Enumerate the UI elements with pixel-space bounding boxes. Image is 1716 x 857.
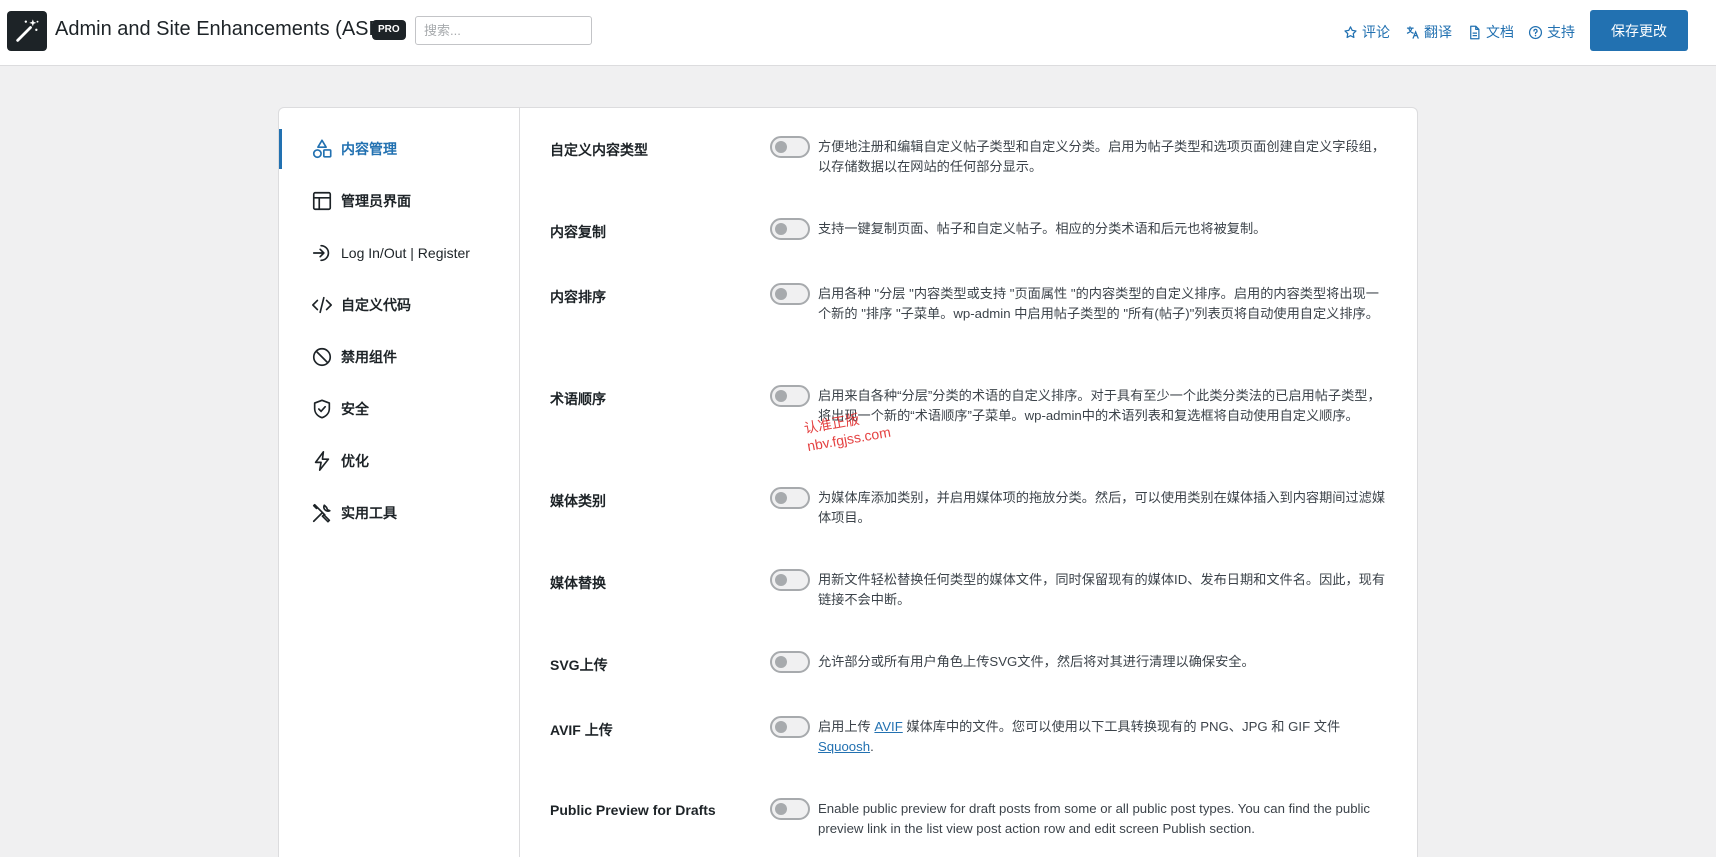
sidebar-item-disable-components[interactable]: 禁用组件	[279, 337, 519, 377]
sidebar-item-custom-code[interactable]: 自定义代码	[279, 285, 519, 325]
document-icon	[1470, 25, 1480, 39]
avif-desc-text: 媒体库中的文件。您可以使用以下工具转换现有的 PNG、JPG 和 GIF 文件	[902, 719, 1341, 734]
review-link[interactable]: 评论	[1343, 22, 1390, 42]
module-description: 启用来自各种“分层”分类的术语的自定义排序。对于具有至少一个此类分类法的已启用帖…	[818, 388, 1381, 423]
module-description: 启用上传 AVIF 媒体库中的文件。您可以使用以下工具转换现有的 PNG、JPG…	[818, 717, 1390, 756]
code-icon	[312, 296, 332, 314]
avif-desc-text: 启用上传	[818, 719, 875, 734]
module-description: 启用各种 "分层 "内容类型或支持 "页面属性 "的内容类型的自定义排序。启用的…	[818, 286, 1379, 321]
sidebar-item-label: 安全	[341, 401, 369, 417]
module-toggle[interactable]	[770, 385, 810, 407]
module-title: 内容复制	[550, 224, 606, 240]
module-description: 方便地注册和编辑自定义帖子类型和自定义分类。启用为帖子类型和选项页面创建自定义字…	[818, 139, 1386, 174]
support-link-label: 支持	[1547, 24, 1575, 40]
support-link[interactable]: 支持	[1528, 22, 1575, 42]
module-description: 支持一键复制页面、帖子和自定义帖子。相应的分类术语和后元也将被复制。	[818, 221, 1267, 236]
module-description: Enable public preview for draft posts fr…	[818, 801, 1370, 836]
star-icon	[1344, 25, 1357, 38]
magic-wand-icon	[16, 19, 39, 42]
app-title: Admin and Site Enhancements (ASE)	[55, 18, 389, 40]
module-toggle[interactable]	[770, 651, 810, 673]
disable-icon	[312, 347, 332, 367]
translate-link-label: 翻译	[1424, 24, 1452, 40]
module-toggle[interactable]	[770, 136, 810, 158]
layout-icon	[312, 191, 332, 211]
module-title: SVG上传	[550, 657, 608, 673]
module-toggle[interactable]	[770, 569, 810, 591]
shield-icon	[313, 399, 331, 419]
pro-badge: PRO	[372, 20, 406, 40]
top-header: Admin and Site Enhancements (ASE) PRO 评论…	[0, 0, 1716, 66]
sidebar-item-security[interactable]: 安全	[279, 389, 519, 429]
module-toggle[interactable]	[770, 218, 810, 240]
help-icon	[1528, 25, 1543, 39]
module-title: 术语顺序	[550, 391, 606, 407]
module-list: 自定义内容类型 方便地注册和编辑自定义帖子类型和自定义分类。启用为帖子类型和选项…	[520, 108, 1417, 857]
sidebar-item-label: 自定义代码	[341, 297, 411, 313]
login-icon	[312, 244, 330, 262]
search-input[interactable]	[415, 16, 592, 45]
module-title: AVIF 上传	[550, 722, 613, 738]
sidebar-item-label: 禁用组件	[341, 349, 397, 365]
avif-desc-text: .	[870, 738, 874, 754]
translate-link[interactable]: 翻译	[1405, 22, 1452, 42]
sidebar-item-login-register[interactable]: Log In/Out | Register	[279, 233, 519, 273]
avif-link[interactable]: AVIF	[874, 719, 902, 734]
app-logo	[7, 11, 47, 51]
docs-link[interactable]: 文档	[1467, 22, 1514, 42]
review-link-label: 评论	[1362, 24, 1390, 40]
sidebar-item-label: 实用工具	[341, 505, 397, 521]
sidebar-item-label: 优化	[341, 453, 369, 469]
sidebar-item-label: 内容管理	[341, 141, 397, 157]
settings-sidebar: 内容管理 管理员界面 Log In/Out | Register 自定义代码 禁…	[279, 108, 520, 857]
module-title: 媒体类别	[550, 493, 606, 509]
squoosh-link[interactable]: Squoosh	[818, 739, 870, 754]
sidebar-item-admin-interface[interactable]: 管理员界面	[279, 181, 519, 221]
settings-card: 内容管理 管理员界面 Log In/Out | Register 自定义代码 禁…	[278, 107, 1418, 857]
module-title: Public Preview for Drafts	[550, 802, 716, 818]
sidebar-item-label: Log In/Out | Register	[341, 245, 470, 261]
module-description: 用新文件轻松替换任何类型的媒体文件，同时保留现有的媒体ID、发布日期和文件名。因…	[818, 572, 1386, 607]
module-title: 内容排序	[550, 289, 606, 305]
translate-icon	[1406, 25, 1419, 39]
sidebar-item-label: 管理员界面	[341, 193, 411, 209]
module-title: 自定义内容类型	[550, 142, 648, 158]
tools-icon	[312, 503, 331, 523]
module-description: 允许部分或所有用户角色上传SVG文件，然后将对其进行清理以确保安全。	[818, 654, 1255, 669]
shapes-icon	[312, 139, 332, 159]
module-description: 为媒体库添加类别，并启用媒体项的拖放分类。然后，可以使用类别在媒体插入到内容期间…	[818, 490, 1386, 525]
module-toggle[interactable]	[770, 716, 810, 738]
sidebar-item-optimization[interactable]: 优化	[279, 441, 519, 481]
module-title: 媒体替换	[550, 575, 606, 591]
lightning-icon	[314, 451, 330, 471]
docs-link-label: 文档	[1486, 24, 1514, 40]
module-toggle[interactable]	[770, 798, 810, 820]
sidebar-item-content-management[interactable]: 内容管理	[279, 129, 519, 169]
module-toggle[interactable]	[770, 487, 810, 509]
sidebar-item-utilities[interactable]: 实用工具	[279, 493, 519, 533]
module-toggle[interactable]	[770, 283, 810, 305]
save-changes-button[interactable]: 保存更改	[1590, 10, 1688, 51]
